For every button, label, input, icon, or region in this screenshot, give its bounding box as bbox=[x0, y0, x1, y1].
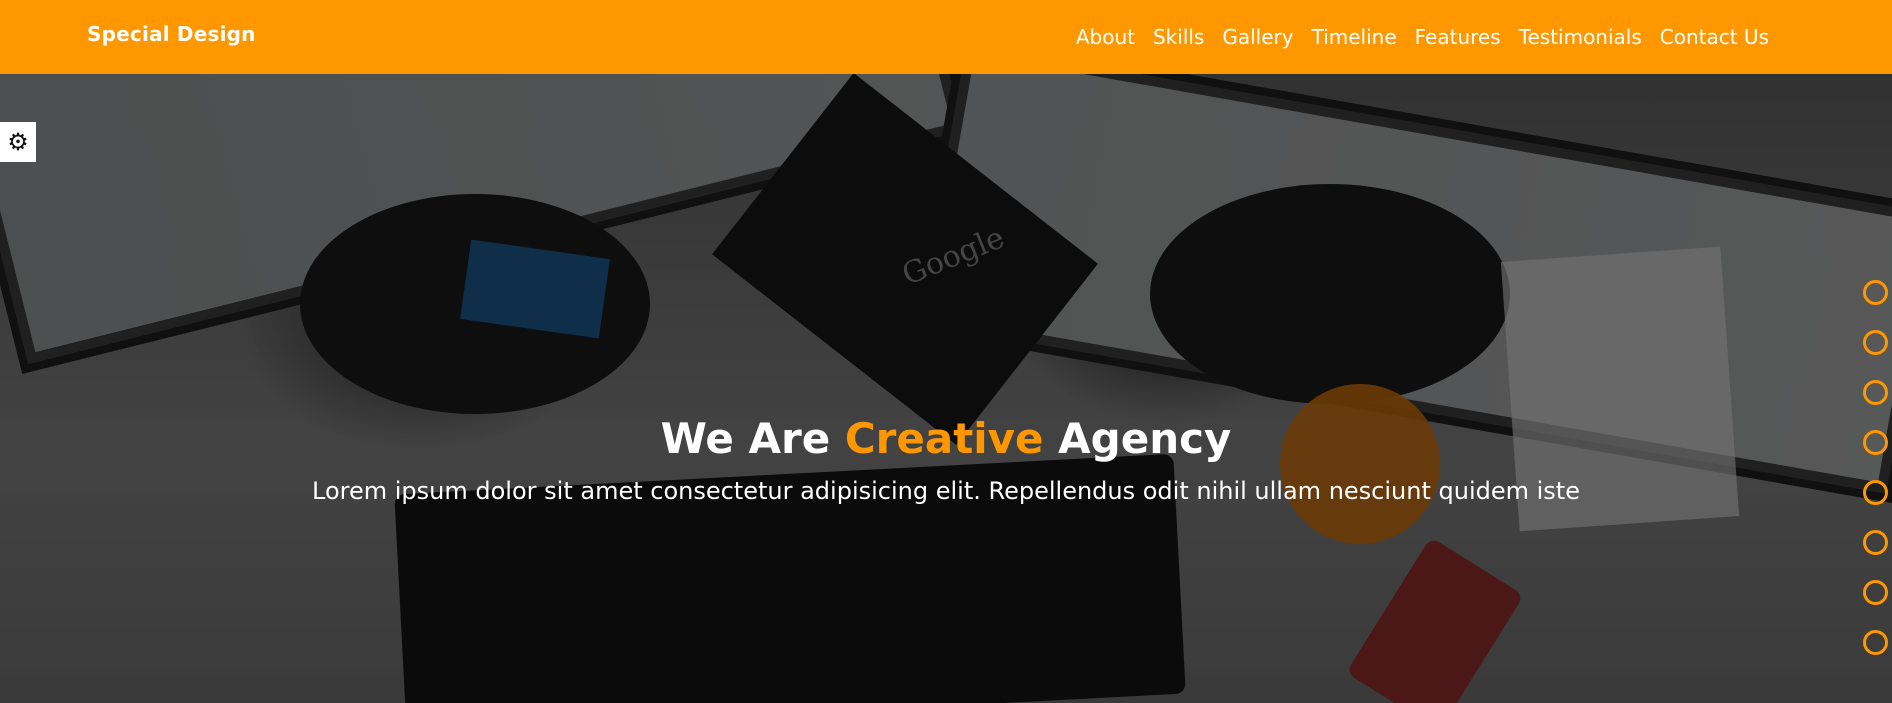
hero-title-accent: Creative bbox=[844, 414, 1044, 463]
nav-features[interactable]: Features bbox=[1415, 25, 1501, 49]
bullet-4[interactable] bbox=[1863, 430, 1888, 455]
site-header: Special Design About Skills Gallery Time… bbox=[0, 0, 1892, 74]
section-bullets bbox=[1863, 280, 1888, 655]
hero-overlay bbox=[0, 74, 1892, 703]
bullet-8[interactable] bbox=[1863, 630, 1888, 655]
gear-icon: ⚙ bbox=[7, 128, 29, 156]
bullet-7[interactable] bbox=[1863, 580, 1888, 605]
hero-text: We Are Creative Agency Lorem ipsum dolor… bbox=[0, 414, 1892, 505]
hero-subtitle: Lorem ipsum dolor sit amet consectetur a… bbox=[312, 477, 1580, 505]
main-nav: About Skills Gallery Timeline Features T… bbox=[1076, 0, 1769, 74]
hero-title-prefix: We Are bbox=[660, 414, 831, 463]
nav-timeline[interactable]: Timeline bbox=[1312, 25, 1397, 49]
nav-skills[interactable]: Skills bbox=[1153, 25, 1204, 49]
hero-title-suffix: Agency bbox=[1058, 414, 1232, 463]
bullet-1[interactable] bbox=[1863, 280, 1888, 305]
settings-toggle[interactable]: ⚙ bbox=[0, 122, 36, 162]
nav-about[interactable]: About bbox=[1076, 25, 1135, 49]
bullet-3[interactable] bbox=[1863, 380, 1888, 405]
bullet-5[interactable] bbox=[1863, 480, 1888, 505]
nav-testimonials[interactable]: Testimonials bbox=[1519, 25, 1642, 49]
site-logo[interactable]: Special Design bbox=[87, 22, 256, 46]
hero-title: We Are Creative Agency bbox=[0, 414, 1892, 463]
nav-contact-us[interactable]: Contact Us bbox=[1660, 25, 1769, 49]
bullet-6[interactable] bbox=[1863, 530, 1888, 555]
nav-gallery[interactable]: Gallery bbox=[1222, 25, 1293, 49]
hero-section: Google bbox=[0, 74, 1892, 703]
bullet-2[interactable] bbox=[1863, 330, 1888, 355]
